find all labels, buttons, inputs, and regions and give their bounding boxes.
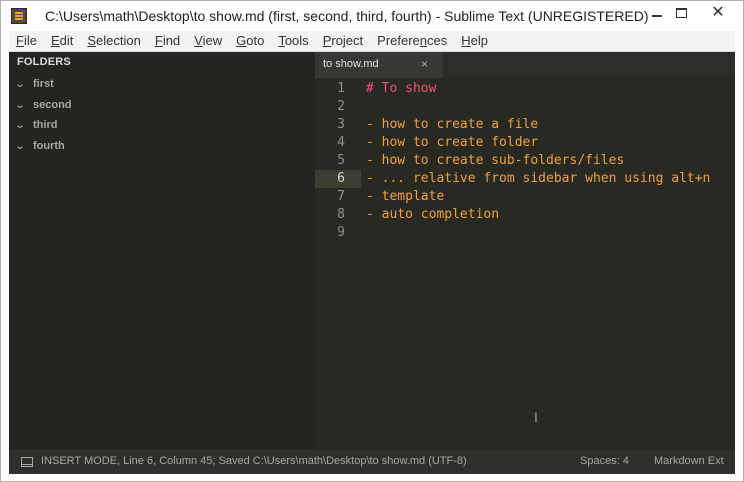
chevron-down-icon[interactable]: ⌄: [15, 120, 36, 131]
chevron-down-icon[interactable]: ⌄: [15, 141, 36, 152]
line-number: 7: [337, 189, 345, 204]
chevron-down-icon[interactable]: ⌄: [15, 79, 36, 90]
code-text: - ... relative from sidebar when using a…: [366, 171, 711, 186]
line-number: 5: [337, 153, 345, 168]
menu-goto[interactable]: Goto: [229, 31, 271, 51]
code-line[interactable]: 3 - how to create a file: [315, 116, 735, 134]
mouse-ibeam-cursor: I: [534, 409, 538, 425]
folder-label: fourth: [33, 140, 65, 152]
maximize-button[interactable]: [669, 4, 693, 22]
menu-help[interactable]: Help: [454, 31, 495, 51]
tab-label: to show.md: [323, 58, 379, 70]
folder-first[interactable]: ⌄ first: [15, 76, 54, 92]
code-line[interactable]: 1 # To show: [315, 80, 735, 98]
code-line[interactable]: 9: [315, 224, 735, 242]
code-text: - template: [366, 189, 445, 204]
sidebar-header: FOLDERS: [17, 56, 71, 68]
menu-tools[interactable]: Tools: [271, 31, 315, 51]
code-line[interactable]: 6 - ... relative from sidebar when using …: [315, 170, 735, 188]
folder-label: third: [33, 119, 58, 131]
code-text: - how to create a file: [366, 117, 539, 132]
menu-project[interactable]: Project: [316, 31, 370, 51]
chevron-down-icon[interactable]: ⌄: [15, 100, 36, 111]
status-message: INSERT MODE, Line 6, Column 45; Saved C:…: [41, 455, 467, 467]
app-window: C:\Users\math\Desktop\to show.md (first,…: [0, 0, 744, 482]
menu-file[interactable]: File: [9, 31, 44, 51]
panel-switcher-icon[interactable]: [21, 457, 33, 467]
menu-view[interactable]: View: [187, 31, 229, 51]
folder-label: second: [33, 99, 72, 111]
code-line[interactable]: 5 - how to create sub-folders/files: [315, 152, 735, 170]
sublime-text-icon[interactable]: [11, 8, 27, 24]
maximize-icon: [675, 8, 687, 18]
code-text: - auto completion: [366, 207, 500, 222]
minimize-button[interactable]: [645, 4, 669, 22]
line-number: 4: [337, 135, 345, 150]
window-title: C:\Users\math\Desktop\to show.md (first,…: [45, 8, 649, 24]
code-line[interactable]: 8 - auto completion: [315, 206, 735, 224]
folder-second[interactable]: ⌄ second: [15, 97, 72, 113]
menu-find[interactable]: Find: [148, 31, 187, 51]
code-text: - how to create folder: [366, 135, 539, 150]
code-editor[interactable]: I 1 # To show 2 3 - how to create a file 4 - h…: [315, 78, 735, 450]
code-line[interactable]: 4 - how to create folder: [315, 134, 735, 152]
indentation-selector[interactable]: Spaces: 4: [580, 455, 629, 467]
line-number: 9: [337, 225, 345, 240]
code-text: # To show: [366, 81, 437, 96]
line-number: 8: [337, 207, 345, 222]
code-text: - how to create sub-folders/files: [366, 153, 625, 168]
line-number: 3: [337, 117, 345, 132]
folder-third[interactable]: ⌄ third: [15, 117, 58, 133]
sidebar: FOLDERS ⌄ first ⌄ second ⌄ third ⌄ fourt…: [9, 52, 315, 450]
menu-edit[interactable]: Edit: [44, 31, 80, 51]
folder-label: first: [33, 78, 54, 90]
tab-to-show-md[interactable]: to show.md ×: [315, 52, 443, 78]
menu-bar: File Edit Selection Find View Goto Tools Projec…: [9, 31, 735, 52]
tab-bar: to show.md ×: [315, 52, 735, 78]
close-window-button[interactable]: ✕: [706, 4, 730, 22]
line-number: 2: [337, 99, 345, 114]
syntax-selector[interactable]: Markdown Ext: [654, 455, 724, 467]
folder-fourth[interactable]: ⌄ fourth: [15, 138, 65, 154]
close-icon: ✕: [711, 4, 725, 21]
code-line[interactable]: 2: [315, 98, 735, 116]
close-tab-icon[interactable]: ×: [421, 57, 428, 71]
menu-preferences[interactable]: Preferences: [370, 31, 454, 51]
minimize-icon: [652, 15, 662, 17]
title-bar: C:\Users\math\Desktop\to show.md (first,…: [1, 1, 743, 31]
line-number: 1: [337, 81, 345, 96]
status-bar: INSERT MODE, Line 6, Column 45; Saved C:…: [9, 450, 735, 474]
menu-selection[interactable]: Selection: [80, 31, 147, 51]
line-number: 6: [337, 171, 345, 186]
code-line[interactable]: 7 - template: [315, 188, 735, 206]
